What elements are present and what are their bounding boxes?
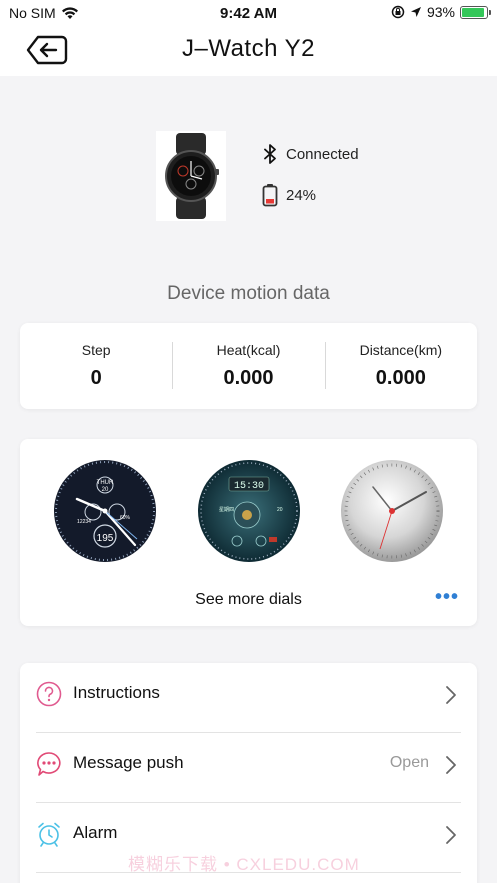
dial-2-date: 20 [277, 507, 283, 513]
see-more-dials-link[interactable]: See more dials [20, 591, 477, 609]
watch-dial-1[interactable]: THUR 20 12234 60% 195 [53, 459, 157, 563]
dial-1-heart: 195 [97, 533, 114, 544]
menu-item-label: Alarm [73, 823, 118, 842]
battery-low-icon [262, 184, 278, 207]
chevron-right-icon [446, 756, 456, 774]
stat-label: Heat(kcal) [216, 342, 281, 358]
stat-label: Step [81, 342, 111, 358]
status-right: 93% [391, 4, 491, 20]
menu-item-label: Instructions [73, 683, 160, 702]
dial-1-battery: 60% [120, 515, 131, 521]
dial-1-day: THUR [97, 480, 114, 486]
motion-stats-card: Step 0 Heat(kcal) 0.000 Distance(km) 0.0… [20, 323, 477, 409]
message-push-status: Open [389, 754, 429, 771]
device-battery-row: 24% [262, 183, 316, 207]
dial-1-steps: 12234 [77, 519, 91, 525]
dial-1-date: 20 [102, 487, 109, 493]
watch-dial-3[interactable] [340, 459, 444, 563]
dial-2-weekday: 星期四 [219, 507, 234, 513]
menu-item-message-push[interactable]: Message push Open [36, 733, 461, 803]
stat-steps: Step 0 [20, 323, 172, 409]
stat-heat: Heat(kcal) 0.000 [172, 323, 324, 409]
battery-level-fill [462, 7, 485, 17]
alarm-clock-icon [38, 822, 60, 847]
watch-dial-2[interactable]: 15:30 星期四 20 [197, 459, 301, 563]
device-info: Connected 24% [0, 76, 497, 256]
connection-status: Connected [286, 145, 359, 163]
chevron-right-icon [446, 826, 456, 844]
watch-product-image [156, 131, 226, 221]
question-icon [36, 681, 62, 707]
motion-section-title: Device motion data [167, 283, 330, 304]
connection-row: Connected [262, 144, 359, 164]
battery-icon [460, 5, 491, 19]
device-battery-value: 24% [286, 186, 317, 204]
chevron-right-icon [446, 686, 456, 704]
status-bar: No SIM 9:42 AM 93% [0, 0, 497, 26]
battery-percent: 93% [426, 4, 455, 20]
menu-item-instructions[interactable]: Instructions [36, 663, 461, 733]
stat-label: Distance(km) [359, 342, 443, 358]
message-icon [37, 752, 61, 776]
stat-distance: Distance(km) 0.000 [324, 323, 477, 409]
stat-value: 0 [90, 367, 102, 389]
page-title: J–Watch Y2 [181, 35, 316, 62]
more-options-icon[interactable]: ••• [435, 586, 459, 609]
watermark: 模糊乐下载 • CXLEDU.COM [128, 855, 360, 874]
dial-2-time: 15:30 [234, 481, 264, 492]
screen-lock-icon [391, 5, 405, 19]
menu-item-label: Message push [73, 753, 184, 772]
bluetooth-icon [264, 144, 276, 164]
nav-bar: J–Watch Y2 [0, 26, 497, 76]
watch-dials-card: THUR 20 12234 60% 195 15:30 星期四 20 See m… [20, 439, 477, 626]
stat-value: 0.000 [375, 367, 426, 389]
location-arrow-icon [410, 7, 421, 17]
stat-value: 0.000 [223, 367, 274, 389]
